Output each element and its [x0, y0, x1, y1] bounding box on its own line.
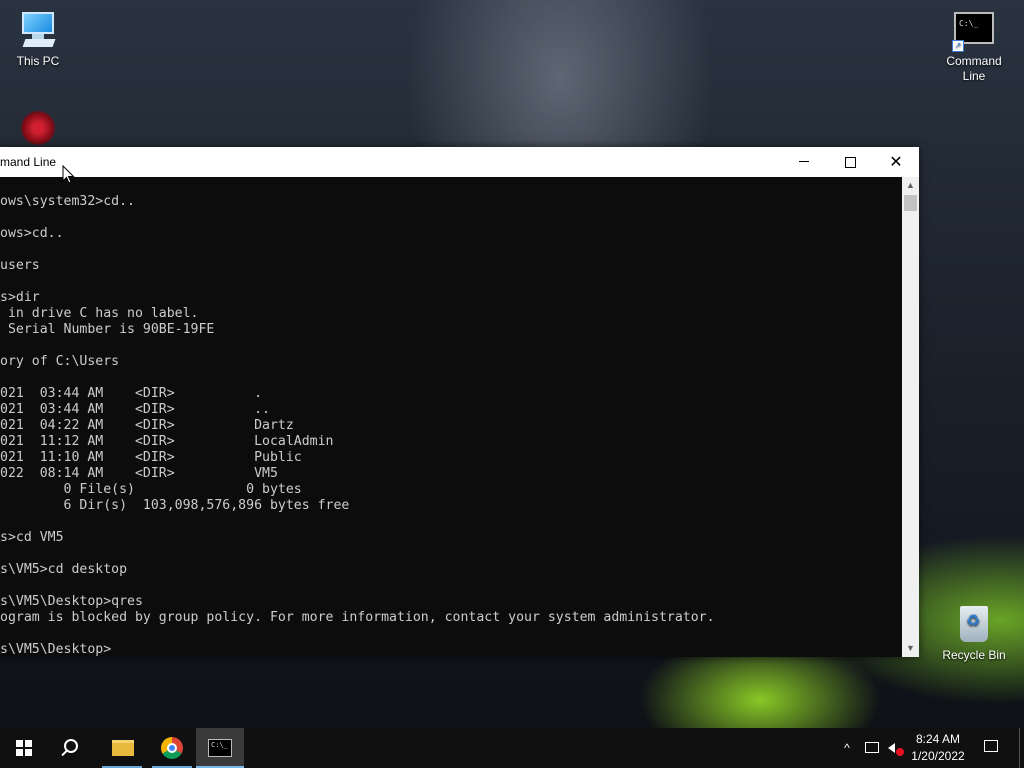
- desktop-icon-app[interactable]: [14, 108, 62, 148]
- desktop-icon-this-pc[interactable]: This PC: [0, 10, 76, 69]
- scroll-down-icon[interactable]: ▼: [902, 640, 919, 657]
- command-prompt-icon: C:\_: [208, 739, 232, 757]
- taskbar-chrome[interactable]: [148, 728, 196, 768]
- close-icon: ✕: [889, 154, 903, 171]
- clock-date: 1/20/2022: [911, 749, 965, 763]
- recycle-bin-icon: [952, 604, 996, 644]
- clock-time: 8:24 AM: [915, 732, 961, 746]
- console-output[interactable]: ows\system32>cd.. ows>cd.. users s>dir i…: [0, 177, 902, 657]
- start-button[interactable]: [0, 728, 48, 768]
- network-icon: [865, 742, 879, 753]
- taskbar-clock[interactable]: 8:24 AM 1/20/2022: [906, 731, 970, 765]
- file-explorer-icon: [112, 740, 134, 756]
- window-titlebar[interactable]: mand Line ✕: [0, 147, 919, 177]
- taskbar: C:\_ ^ 8:24 AM 1/20/2022: [0, 728, 1024, 768]
- desktop-icon-recycle-bin[interactable]: Recycle Bin: [936, 604, 1012, 663]
- desktop-icon-label: Recycle Bin: [942, 648, 1006, 662]
- chevron-up-icon: ^: [844, 741, 850, 755]
- taskbar-command-prompt[interactable]: C:\_: [196, 728, 244, 768]
- console-text: ows\system32>cd.. ows>cd.. users s>dir i…: [0, 194, 715, 657]
- this-pc-icon: [16, 10, 60, 50]
- taskbar-file-explorer[interactable]: [98, 728, 146, 768]
- close-button[interactable]: ✕: [873, 147, 919, 177]
- desktop-icon-command-line[interactable]: C:\_ ↗ Command Line: [936, 10, 1012, 84]
- network-button[interactable]: [862, 728, 882, 768]
- volume-icon: [888, 743, 895, 753]
- chrome-icon: [161, 737, 183, 759]
- scrollbar-thumb[interactable]: [904, 195, 917, 211]
- desktop-icon-label: Command Line: [946, 54, 1002, 83]
- muted-badge-icon: [896, 748, 904, 756]
- command-line-icon: C:\_ ↗: [952, 10, 996, 52]
- search-icon: [64, 739, 78, 753]
- windows-start-icon: [16, 740, 32, 756]
- show-desktop-button[interactable]: [1019, 728, 1024, 768]
- maximize-button[interactable]: [827, 147, 873, 177]
- volume-button[interactable]: [884, 728, 906, 768]
- search-button[interactable]: [48, 728, 96, 768]
- action-center-button[interactable]: [980, 728, 1004, 768]
- command-line-window[interactable]: mand Line ✕ ows\system32>cd.. ows>cd.. u…: [0, 147, 919, 657]
- app-emblem-icon: [20, 110, 56, 146]
- show-hidden-icons-button[interactable]: ^: [838, 728, 856, 768]
- vertical-scrollbar[interactable]: ▲ ▼: [902, 177, 919, 657]
- minimize-button[interactable]: [781, 147, 827, 177]
- notification-icon: [984, 740, 998, 752]
- window-title: mand Line: [0, 155, 57, 169]
- scroll-up-icon[interactable]: ▲: [902, 177, 919, 194]
- desktop-icon-label: This PC: [16, 54, 60, 68]
